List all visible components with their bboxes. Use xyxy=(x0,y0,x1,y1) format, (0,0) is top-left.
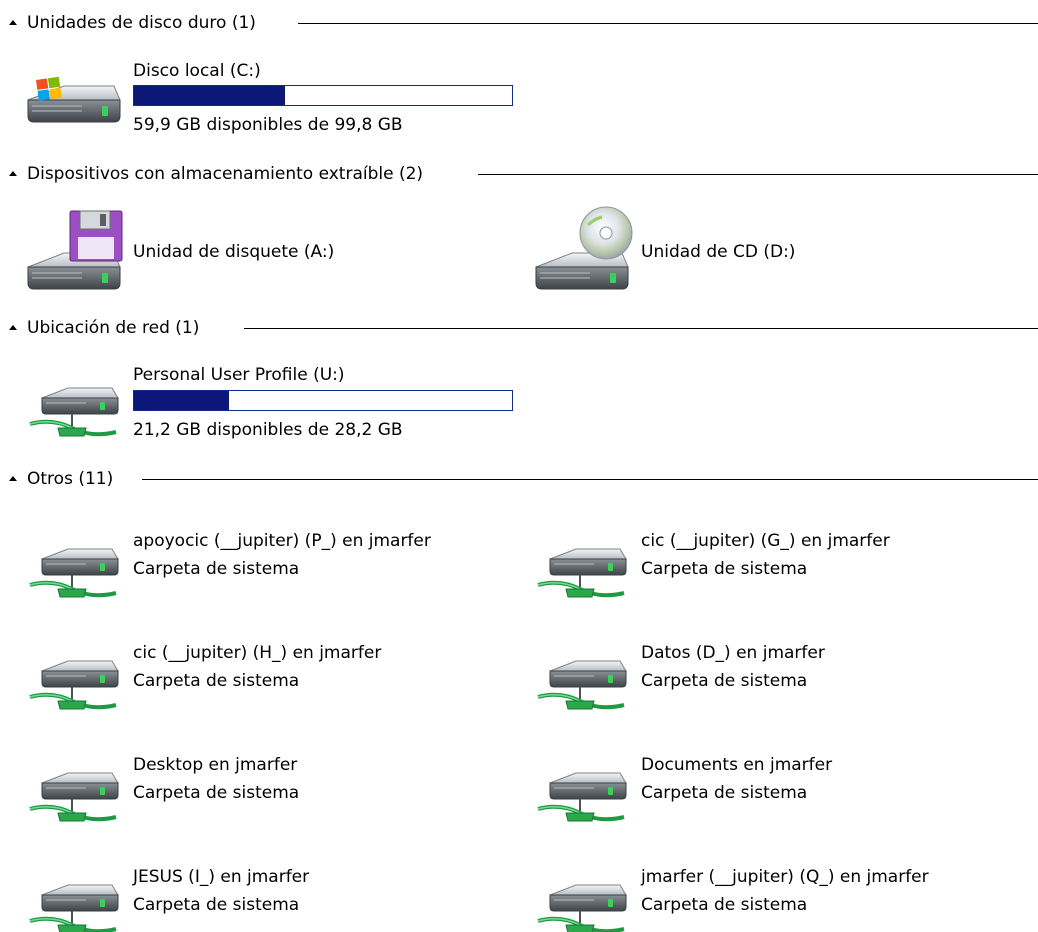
system-folder-item[interactable]: cic (__jupiter) (G_) en jmarfer Carpeta … xyxy=(536,525,1016,605)
collapse-arrow-icon[interactable] xyxy=(9,476,17,481)
folder-name: jmarfer (__jupiter) (Q_) en jmarfer xyxy=(641,867,929,887)
system-folder-item[interactable]: Documents en jmarfer Carpeta de sistema xyxy=(536,749,1016,829)
network-drive-icon xyxy=(536,527,634,607)
system-folder-item[interactable]: Datos (D_) en jmarfer Carpeta de sistema xyxy=(536,637,1016,717)
network-drive-icon xyxy=(536,639,634,719)
group-divider xyxy=(298,23,1038,24)
cd-drive-icon xyxy=(532,205,634,295)
drive-usage-bar xyxy=(133,85,513,106)
group-divider xyxy=(142,479,1038,480)
folder-name: JESUS (I_) en jmarfer xyxy=(133,867,310,887)
windows-hard-drive-icon xyxy=(24,56,126,136)
group-divider xyxy=(244,328,1038,329)
group-title: Dispositivos con almacenamiento extraíbl… xyxy=(27,164,424,184)
drive-space-text: 59,9 GB disponibles de 99,8 GB xyxy=(133,115,403,135)
folder-type: Carpeta de sistema xyxy=(133,783,300,803)
network-drive-icon xyxy=(28,639,126,719)
folder-name: cic (__jupiter) (H_) en jmarfer xyxy=(133,643,382,663)
folder-type: Carpeta de sistema xyxy=(133,559,300,579)
group-header-hard-disks[interactable]: Unidades de disco duro (1) xyxy=(0,12,1038,34)
drive-name: Unidad de disquete (A:) xyxy=(133,242,335,262)
system-folder-item[interactable]: apoyocic (__jupiter) (P_) en jmarfer Car… xyxy=(28,525,508,605)
folder-name: Documents en jmarfer xyxy=(641,755,833,775)
drive-name: Personal User Profile (U:) xyxy=(133,365,345,385)
group-header-removable[interactable]: Dispositivos con almacenamiento extraíbl… xyxy=(0,163,1038,185)
network-drive-icon xyxy=(536,751,634,831)
folder-name: Desktop en jmarfer xyxy=(133,755,298,775)
drive-item-c[interactable]: Disco local (C:) 59,9 GB disponibles de … xyxy=(24,56,524,138)
network-drive-icon xyxy=(28,527,126,607)
collapse-arrow-icon[interactable] xyxy=(9,325,17,330)
network-drive-icon xyxy=(28,863,126,932)
group-header-network[interactable]: Ubicación de red (1) xyxy=(0,317,1038,339)
folder-type: Carpeta de sistema xyxy=(641,895,808,915)
drive-item-a[interactable]: Unidad de disquete (A:) xyxy=(24,205,504,295)
group-title: Otros (11) xyxy=(27,469,114,489)
drive-name: Unidad de CD (D:) xyxy=(641,242,796,262)
drive-usage-bar xyxy=(133,390,513,411)
folder-name: cic (__jupiter) (G_) en jmarfer xyxy=(641,531,890,551)
folder-type: Carpeta de sistema xyxy=(641,559,808,579)
system-folder-item[interactable]: Desktop en jmarfer Carpeta de sistema xyxy=(28,749,508,829)
folder-type: Carpeta de sistema xyxy=(641,783,808,803)
group-title: Ubicación de red (1) xyxy=(27,318,200,338)
network-drive-icon xyxy=(28,751,126,831)
network-drive-icon xyxy=(536,863,634,932)
folder-type: Carpeta de sistema xyxy=(641,671,808,691)
group-title: Unidades de disco duro (1) xyxy=(27,13,256,33)
collapse-arrow-icon[interactable] xyxy=(9,171,17,176)
folder-type: Carpeta de sistema xyxy=(133,671,300,691)
floppy-drive-icon xyxy=(24,205,126,295)
drive-name: Disco local (C:) xyxy=(133,61,261,81)
collapse-arrow-icon[interactable] xyxy=(9,20,17,25)
drive-usage-fill xyxy=(134,391,229,410)
group-divider xyxy=(478,174,1038,175)
system-folder-item[interactable]: jmarfer (__jupiter) (Q_) en jmarfer Carp… xyxy=(536,861,1016,932)
network-drive-icon xyxy=(28,366,126,446)
system-folder-item[interactable]: cic (__jupiter) (H_) en jmarfer Carpeta … xyxy=(28,637,508,717)
group-header-others[interactable]: Otros (11) xyxy=(0,468,1038,490)
system-folder-item[interactable]: JESUS (I_) en jmarfer Carpeta de sistema xyxy=(28,861,508,932)
folder-name: Datos (D_) en jmarfer xyxy=(641,643,825,663)
drive-item-d[interactable]: Unidad de CD (D:) xyxy=(532,205,1012,295)
drive-item-u[interactable]: Personal User Profile (U:) 21,2 GB dispo… xyxy=(24,362,524,448)
drive-space-text: 21,2 GB disponibles de 28,2 GB xyxy=(133,420,403,440)
drive-usage-fill xyxy=(134,86,286,105)
folder-type: Carpeta de sistema xyxy=(133,895,300,915)
folder-name: apoyocic (__jupiter) (P_) en jmarfer xyxy=(133,531,431,551)
